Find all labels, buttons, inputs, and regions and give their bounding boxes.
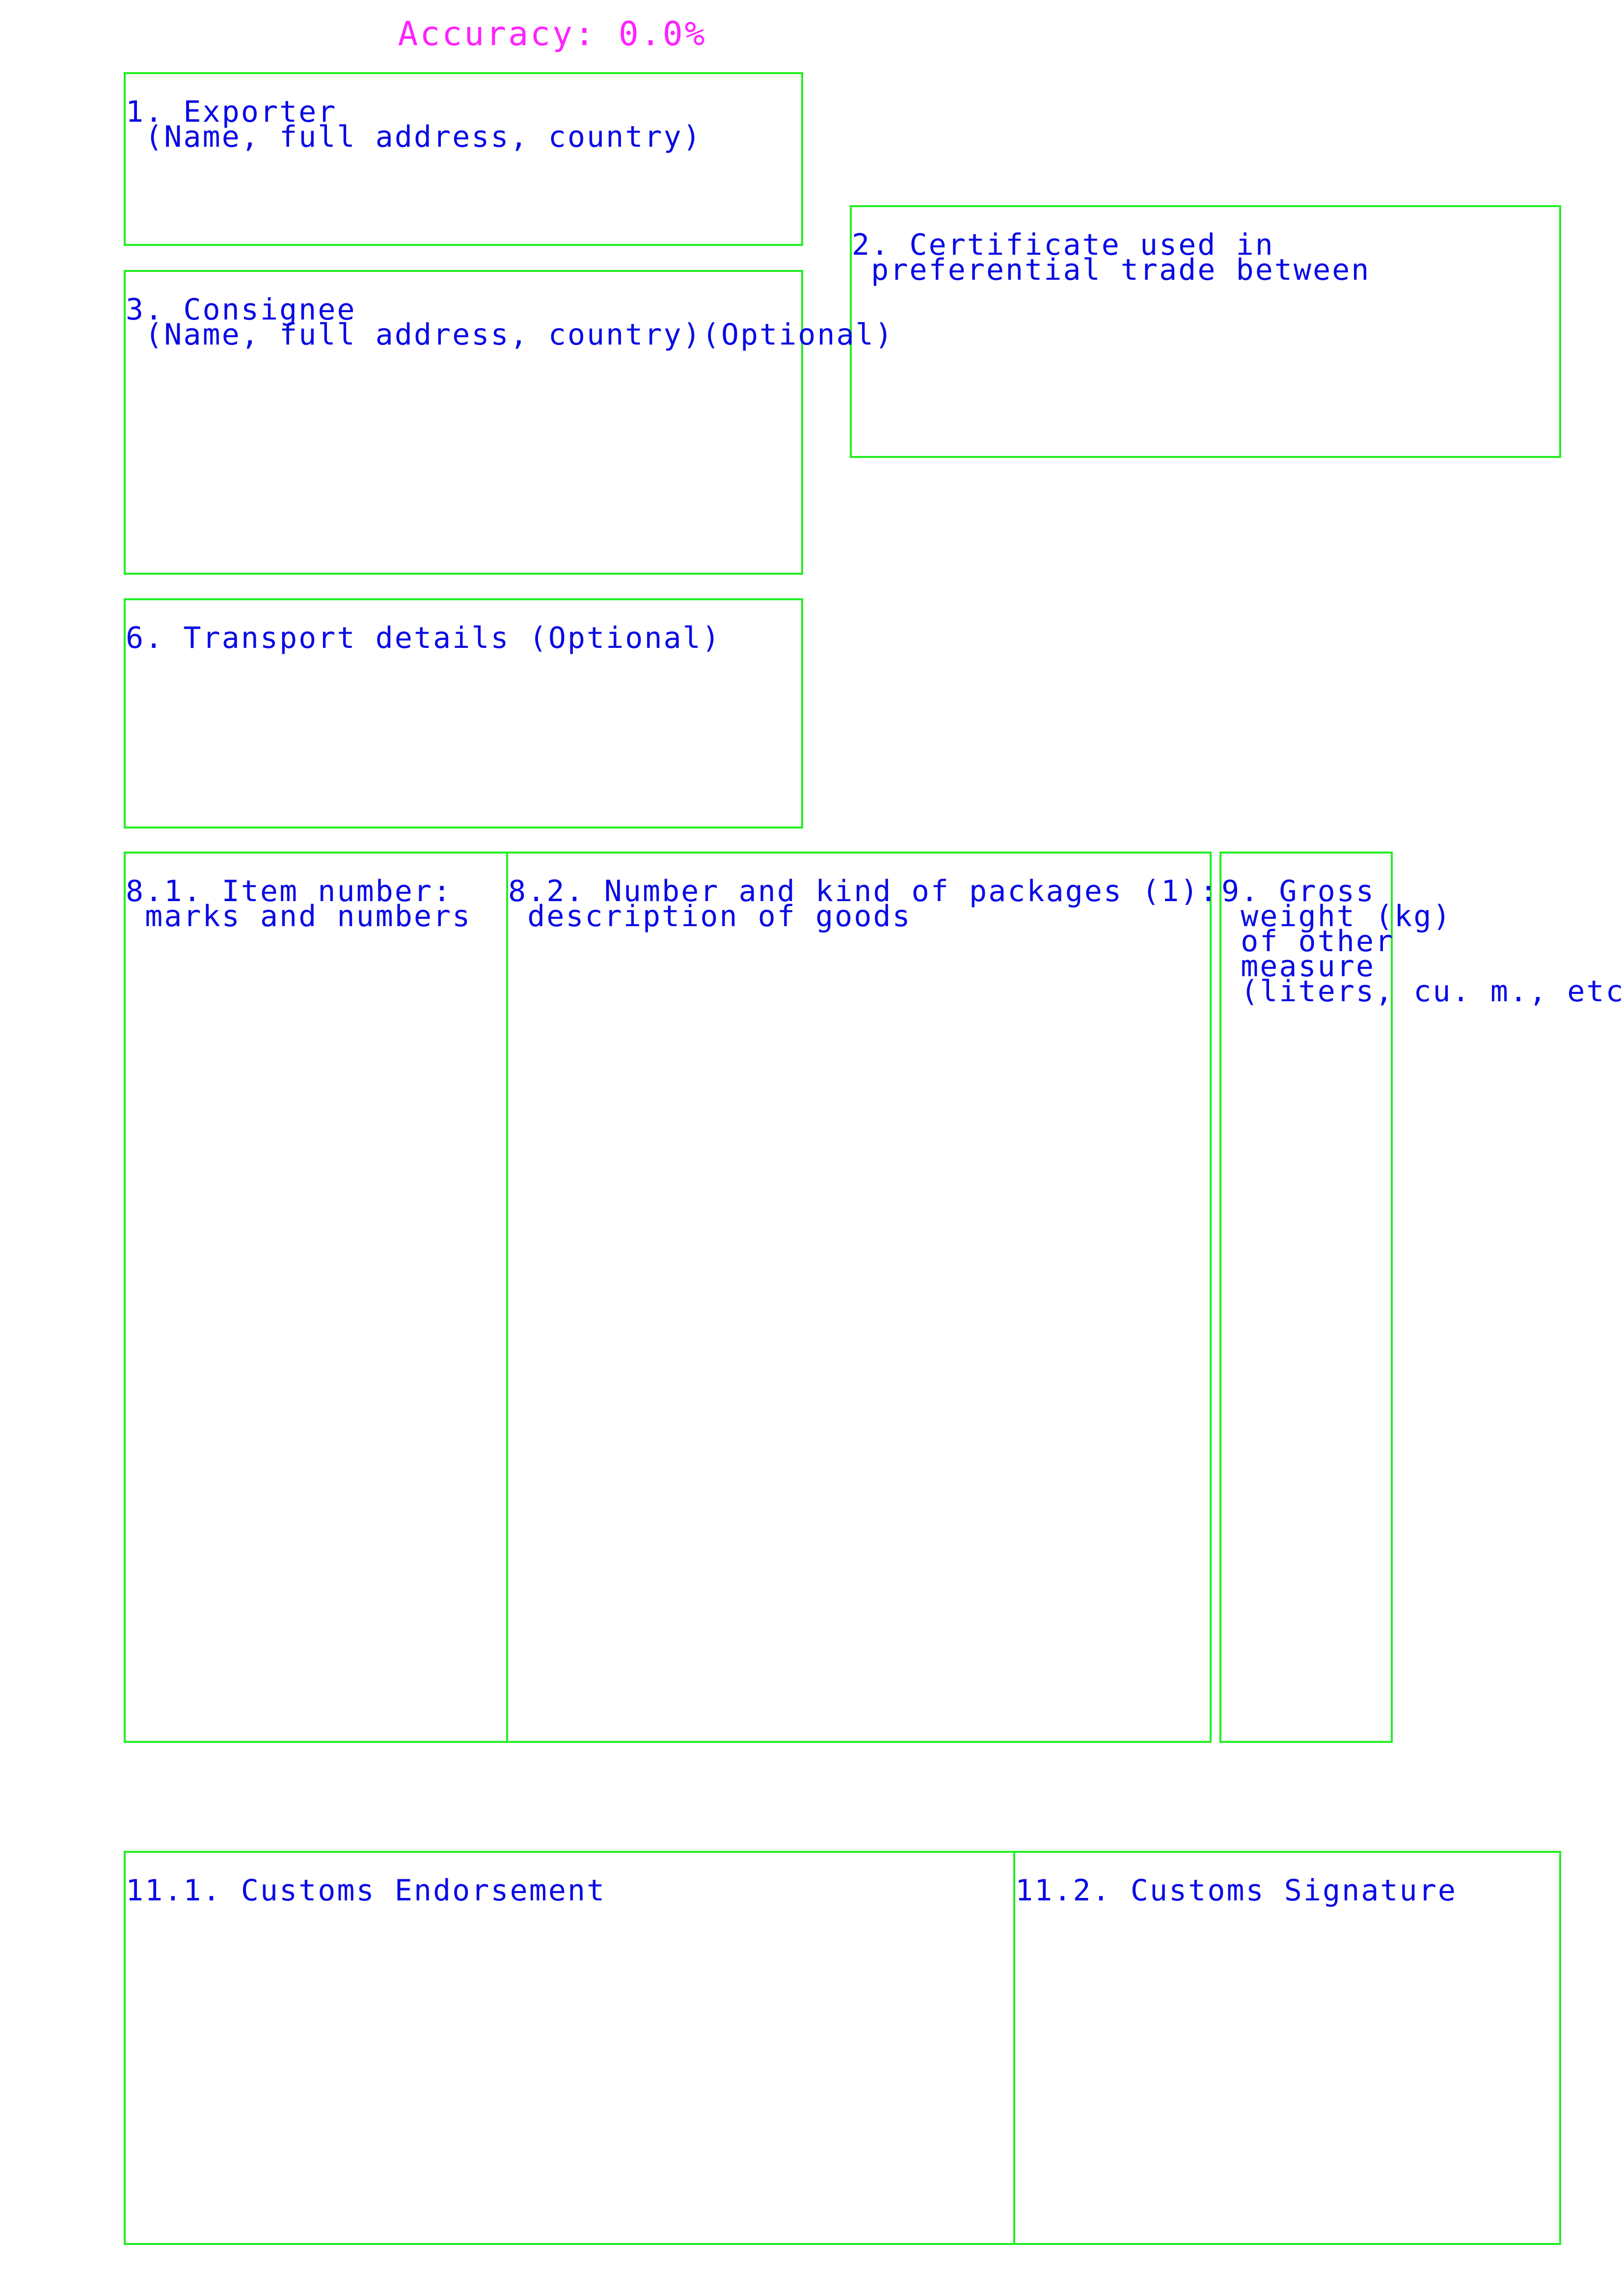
transport-box[interactable]: 6. Transport details (Optional) bbox=[124, 598, 803, 828]
customs-signature-label: 11.2. Customs Signature bbox=[1015, 1873, 1457, 1908]
exporter-box[interactable]: 1. Exporter (Name, full address, country… bbox=[124, 72, 803, 246]
transport-label: 6. Transport details (Optional) bbox=[126, 621, 721, 655]
customs-signature-box[interactable]: 11.2. Customs Signature bbox=[1013, 1851, 1561, 2245]
packages-box[interactable]: 8.2. Number and kind of packages (1): de… bbox=[506, 852, 1218, 1743]
customs-endorsement-box[interactable]: 11.1. Customs Endorsement bbox=[124, 1851, 1015, 2245]
certificate-box[interactable]: 2. Certificate used in preferential trad… bbox=[850, 205, 1561, 458]
certificate-label: 2. Certificate used in preferential trad… bbox=[852, 228, 1371, 287]
consignee-label: 3. Consignee (Name, full address, countr… bbox=[126, 293, 894, 352]
exporter-label: 1. Exporter (Name, full address, country… bbox=[126, 95, 702, 154]
accuracy-label: Accuracy: 0.0% bbox=[398, 15, 707, 53]
packages-label: 8.2. Number and kind of packages (1): de… bbox=[508, 874, 1219, 934]
item-number-label: 8.1. Item number: marks and numbers bbox=[126, 874, 472, 934]
gross-weight-box[interactable]: 9. Gross weight (kg) of other measure (l… bbox=[1219, 852, 1624, 1743]
gross-weight-label: 9. Gross weight (kg) of other measure (l… bbox=[1221, 874, 1624, 1009]
item-number-box[interactable]: 8.1. Item number: marks and numbers bbox=[124, 852, 508, 1743]
customs-endorsement-label: 11.1. Customs Endorsement bbox=[126, 1873, 606, 1908]
consignee-box[interactable]: 3. Consignee (Name, full address, countr… bbox=[124, 270, 893, 575]
